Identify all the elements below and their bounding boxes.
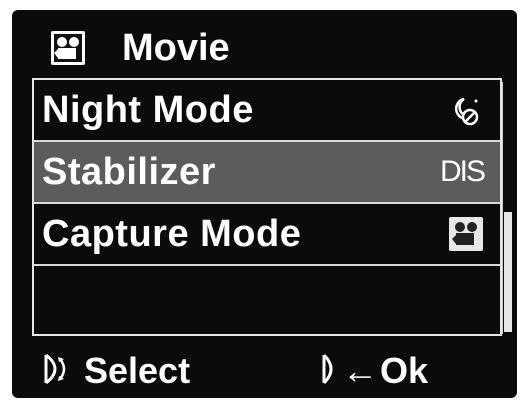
camera-menu-screen: Movie Night Mode Stabilizer DIS Capture …: [12, 10, 517, 398]
ok-arrow: ←: [342, 350, 378, 391]
stabilizer-value: DIS: [439, 155, 486, 189]
stabilizer-value-text: DIS: [439, 155, 486, 188]
menu-item-label: Capture Mode: [42, 212, 302, 255]
menu-item-night-mode[interactable]: Night Mode: [34, 80, 500, 142]
ok-label: Ok: [380, 350, 429, 391]
rotate-dial-icon: [42, 351, 76, 392]
menu-header: Movie: [48, 24, 230, 72]
menu-item-empty: [34, 266, 500, 328]
menu-title: Movie: [122, 26, 230, 69]
menu-item-label: Night Mode: [42, 88, 254, 131]
press-button-icon: [320, 351, 340, 392]
movie-camera-icon: [448, 216, 484, 252]
menu-item-label: Stabilizer: [42, 150, 216, 193]
night-mode-off-icon: [450, 93, 484, 127]
footer-ok-hint: ← Ok: [320, 346, 428, 396]
select-label: Select: [84, 350, 191, 391]
footer-select-hint: Select: [42, 346, 190, 396]
scrollbar-thumb[interactable]: [504, 212, 512, 332]
menu-item-capture-mode[interactable]: Capture Mode: [34, 204, 500, 266]
menu-item-stabilizer[interactable]: Stabilizer DIS: [34, 142, 500, 204]
movie-camera-icon: [48, 28, 88, 68]
menu-list: Night Mode Stabilizer DIS Capture Mode: [32, 78, 502, 336]
menu-scrollbar[interactable]: [502, 82, 513, 334]
